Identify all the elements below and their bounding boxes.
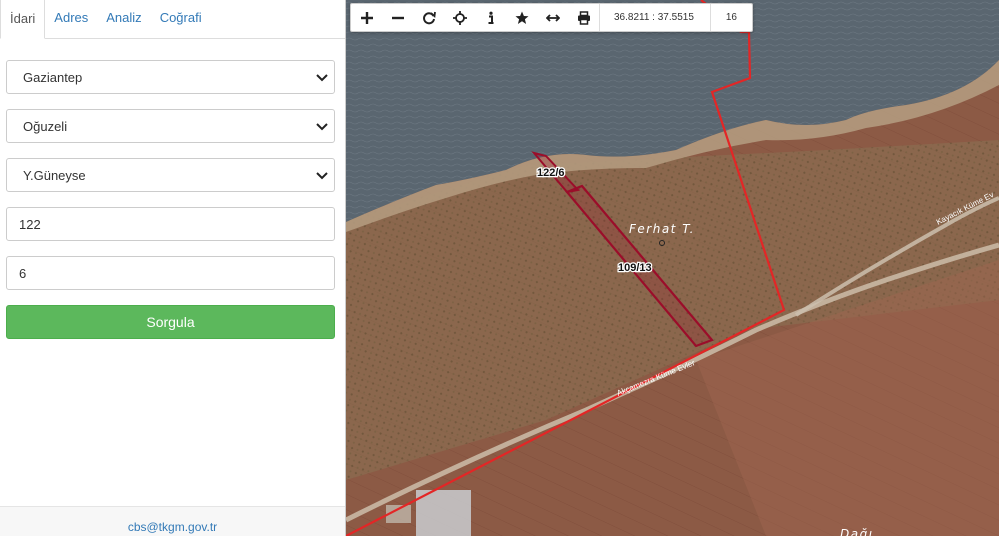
parcel-label-122-6: 122/6 xyxy=(537,167,565,179)
map-view[interactable]: 122/6 109/13 Ferhat T. Dağı Akçamezra Kü… xyxy=(346,0,999,536)
tab-idari[interactable]: İdari xyxy=(0,0,46,39)
parcel-input[interactable]: 6 xyxy=(6,256,335,290)
chevron-down-icon xyxy=(316,74,328,82)
block-input-value: 122 xyxy=(19,216,41,232)
chevron-down-icon xyxy=(316,123,328,131)
zoom-out-button[interactable] xyxy=(382,4,413,31)
query-form: Gaziantep Oğuzeli Y.Güneyse 122 6 Sorgul… xyxy=(0,39,345,339)
bookmark-button[interactable] xyxy=(506,4,537,31)
block-input[interactable]: 122 xyxy=(6,207,335,241)
bookmark-star-icon xyxy=(515,11,528,24)
zoom-in-button[interactable] xyxy=(351,4,382,31)
sidebar: İdari Adres Analiz Coğrafi Gaziantep Oğu… xyxy=(0,0,346,536)
tab-analiz[interactable]: Analiz xyxy=(97,0,150,38)
neighborhood-select[interactable]: Y.Güneyse xyxy=(6,158,335,192)
place-label-dagi: Dağı xyxy=(840,527,874,536)
locate-button[interactable] xyxy=(444,4,475,31)
measure-button[interactable] xyxy=(537,4,568,31)
zoom-in-icon xyxy=(360,11,373,24)
chevron-down-icon xyxy=(316,172,328,180)
map-toolbar: 36.8211 : 37.5515 16 xyxy=(350,3,753,32)
footer: cbs@tkgm.gov.tr xyxy=(0,506,345,536)
satellite-map[interactable]: 122/6 109/13 Ferhat T. Dağı Akçamezra Kü… xyxy=(346,0,999,536)
province-select-value: Gaziantep xyxy=(23,69,83,85)
parcel-input-value: 6 xyxy=(19,265,27,281)
print-icon xyxy=(577,10,590,25)
province-select[interactable]: Gaziantep xyxy=(6,60,335,94)
info-button[interactable] xyxy=(475,4,506,31)
refresh-button[interactable] xyxy=(413,4,444,31)
print-button[interactable] xyxy=(568,4,599,31)
greenhouses xyxy=(416,490,471,536)
contact-email-link[interactable]: cbs@tkgm.gov.tr xyxy=(128,520,217,534)
district-select-value: Oğuzeli xyxy=(23,118,68,134)
zoom-level-readout: 16 xyxy=(709,4,752,31)
coordinate-readout: 36.8211 : 37.5515 xyxy=(599,4,710,31)
info-icon xyxy=(488,11,493,24)
district-select[interactable]: Oğuzeli xyxy=(6,109,335,143)
refresh-icon xyxy=(422,11,436,24)
tab-cografi[interactable]: Coğrafi xyxy=(151,0,211,38)
neighborhood-select-value: Y.Güneyse xyxy=(23,167,86,183)
tab-adres[interactable]: Adres xyxy=(45,0,97,38)
zoom-out-icon xyxy=(391,16,404,19)
query-button[interactable]: Sorgula xyxy=(6,305,335,339)
tab-bar: İdari Adres Analiz Coğrafi xyxy=(0,0,345,39)
parcel-label-109-13: 109/13 xyxy=(618,262,652,274)
measure-icon xyxy=(545,13,560,22)
place-label-ferhat: Ferhat T. xyxy=(629,222,695,236)
locate-icon xyxy=(452,10,467,25)
